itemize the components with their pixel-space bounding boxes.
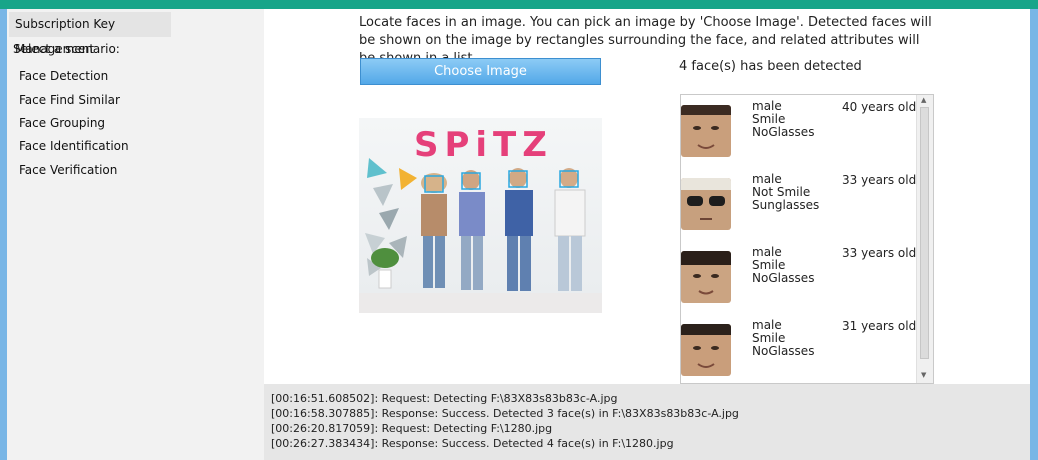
face-glasses: Sunglasses xyxy=(752,198,820,212)
face-thumbnail xyxy=(681,324,731,376)
log-line: [00:16:51.608502]: Request: Detecting F:… xyxy=(271,392,618,405)
nav-face-verification[interactable]: Face Verification xyxy=(19,163,117,177)
scrollbar-thumb[interactable] xyxy=(920,107,929,359)
list-item[interactable]: male Smile NoGlasses 40 years old xyxy=(681,95,917,168)
detected-image: SPiTZ xyxy=(359,118,602,313)
list-item[interactable]: male Smile NoGlasses 31 years old xyxy=(681,314,917,383)
face-glasses: NoGlasses xyxy=(752,344,815,358)
scroll-up-icon[interactable]: ▲ xyxy=(921,96,926,104)
nav-face-find-similar[interactable]: Face Find Similar xyxy=(19,93,120,107)
sidebar: Subscription Key Management Select a sce… xyxy=(7,9,264,460)
band-photo: SPiTZ xyxy=(359,125,602,313)
scroll-down-icon[interactable]: ▼ xyxy=(921,371,926,379)
faces-list[interactable]: male Smile NoGlasses 40 years old male N… xyxy=(680,94,934,384)
subscription-key-tab[interactable]: Subscription Key Management xyxy=(9,12,171,56)
scenario-label: Select a scenario: xyxy=(13,42,120,56)
nav-face-grouping[interactable]: Face Grouping xyxy=(19,116,105,130)
list-item[interactable]: male Smile NoGlasses 33 years old xyxy=(681,241,917,314)
list-item[interactable]: male Not Smile Sunglasses 33 years old xyxy=(681,168,917,241)
face-age: 33 years old xyxy=(842,246,917,260)
face-thumbnail xyxy=(681,105,731,157)
log-line: [00:16:58.307885]: Response: Success. De… xyxy=(271,407,739,420)
window-frame-left xyxy=(0,9,7,460)
face-attributes: male Smile NoGlasses xyxy=(752,100,814,139)
face-age: 40 years old xyxy=(842,100,917,114)
detection-count: 4 face(s) has been detected xyxy=(679,59,862,74)
choose-image-button[interactable]: Choose Image xyxy=(360,58,601,85)
face-glasses: NoGlasses xyxy=(752,271,815,285)
face-attributes: male Smile NoGlasses xyxy=(752,246,814,285)
face-glasses: NoGlasses xyxy=(752,125,815,139)
nav-face-identification[interactable]: Face Identification xyxy=(19,139,129,153)
face-thumbnail xyxy=(681,251,731,303)
face-thumbnail xyxy=(681,178,731,230)
photo-logo: SPiTZ xyxy=(414,125,553,165)
face-age: 31 years old xyxy=(842,319,917,333)
main-panel: Locate faces in an image. You can pick a… xyxy=(264,9,1030,384)
log-line: [00:26:27.383434]: Response: Success. De… xyxy=(271,437,674,450)
nav-face-detection[interactable]: Face Detection xyxy=(19,69,108,83)
face-attributes: male Not Smile Sunglasses xyxy=(752,173,819,212)
log-panel: [00:16:51.608502]: Request: Detecting F:… xyxy=(264,384,1030,460)
title-bar xyxy=(0,0,1038,9)
log-line: [00:26:20.817059]: Request: Detecting F:… xyxy=(271,422,553,435)
faces-list-scrollbar[interactable]: ▲ ▼ xyxy=(916,95,933,383)
face-age: 33 years old xyxy=(842,173,917,187)
window-frame-right xyxy=(1030,9,1038,460)
face-attributes: male Smile NoGlasses xyxy=(752,319,814,358)
